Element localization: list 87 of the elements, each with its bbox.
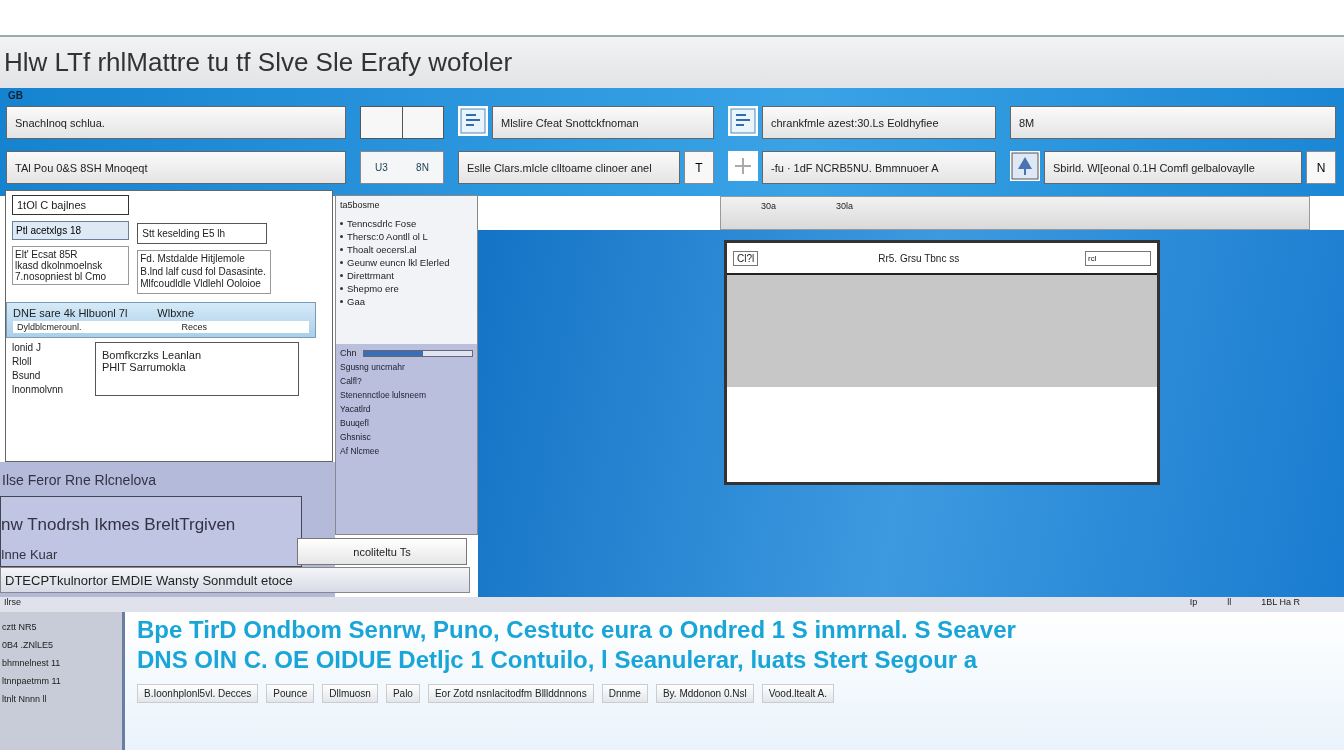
bullet-icon	[340, 300, 343, 303]
card-line: Bomfkcrzks Leanlan	[102, 348, 203, 361]
group-line: lkasd dkolnmoelnsk	[15, 260, 104, 271]
list-item[interactable]: Geunw euncn lkl Elerled	[347, 257, 450, 268]
list-item[interactable]: Shepmo ere	[347, 283, 399, 294]
list-item[interactable]: Yacatlrd	[340, 404, 473, 414]
window-title: Hlw LTf rhlMattre tu tf Slve Sle Erafy wofoler	[4, 47, 513, 78]
field-button[interactable]: T	[684, 151, 714, 184]
bar-text: 30a	[761, 201, 777, 213]
status-item[interactable]: ll	[1227, 597, 1232, 612]
headline-text: Bpe TirD Ondbom Senrw, Puno, Cestutc eura o Ondred 1 S inmrnal. S Seaver	[137, 616, 1017, 644]
list-item[interactable]: ltnlt Nnnn ll	[2, 694, 120, 704]
list-item[interactable]: Thersc:0 Aontll ol L	[347, 231, 428, 242]
text-field[interactable]: Snachlnoq schlua.	[6, 106, 346, 139]
card-line: PHlT Sarrumokla	[102, 360, 187, 373]
list-item[interactable]: lonid J	[12, 341, 87, 353]
slider-label: Chn	[340, 348, 357, 358]
list-item[interactable]: Af Nlcmee	[340, 446, 473, 456]
bar-subtitle: Reces	[181, 321, 208, 332]
list-item[interactable]: Direttrmant	[347, 270, 394, 281]
taskbar-item[interactable]: Eor Zotd nsnlacitodfm Blllddnnons	[427, 684, 594, 703]
bar-title: DNE sare 4k Hlbuonl 7l	[13, 306, 128, 319]
bar-text: 30la	[836, 201, 854, 213]
list-item[interactable]: Stenennctloe lulsneem	[340, 390, 473, 400]
document-icon[interactable]	[458, 106, 488, 136]
taskbar-item[interactable]: Pounce	[266, 684, 315, 703]
bar-title: Wlbxne	[157, 306, 195, 319]
list-item[interactable]: Bsund	[12, 369, 87, 381]
bullet-icon	[340, 248, 343, 251]
bullet-icon	[340, 235, 343, 238]
status-item[interactable]: Ip	[1189, 597, 1198, 612]
field-label: 8N	[416, 162, 429, 173]
card-title: nw Tnodrsh Ikmes BreltTrgiven	[1, 515, 237, 535]
info-strip: DTECPTkulnortor EMDIE Wansty Sonmdult etoce	[0, 567, 470, 593]
text-field[interactable]: ncoliteltu Ts	[297, 538, 467, 565]
taskbar-item[interactable]: Dnnme	[601, 684, 648, 703]
document-icon[interactable]	[728, 106, 758, 136]
slider[interactable]	[362, 349, 473, 357]
description-text: Fd. Mstdalde Hitjlemole B.lnd lalf cusd fol Dasasinte. Mlfcoudldle Vldlehl Ooloioe	[137, 250, 272, 294]
bullet-icon	[340, 261, 343, 264]
list-item[interactable]: Ghsnisc	[340, 432, 473, 442]
taskbar-item[interactable]: Vood.ltealt A.	[761, 684, 835, 703]
text-field[interactable]: Sbirld. Wl[eonal 0.1H Comfl gelbalovaylle	[1044, 151, 1302, 184]
list-item[interactable]: lnonmolvnn	[12, 383, 87, 395]
list-item[interactable]: Tenncsdrlc Fose	[347, 218, 417, 229]
group-line: Elt' Ecsat 85R	[15, 249, 79, 260]
list-item[interactable]: Thoalt oecersl.al	[347, 244, 417, 255]
field-label: U3	[375, 162, 388, 173]
bar-subtitle: Dyldblcmerounl.	[17, 321, 82, 332]
field-button[interactable]: N	[1306, 151, 1336, 184]
heading-text: Ilse Feror Rne Rlcnelova	[1, 472, 158, 488]
text-field[interactable]: -fu · 1dF NCRB5NU. Bmmnuoer A	[762, 151, 996, 184]
taskbar-item[interactable]: By. Mddonon 0.Nsl	[655, 684, 754, 703]
group-line: 7.nosopniest bl Cmo	[15, 271, 108, 282]
list-item[interactable]: cztt NR5	[2, 622, 120, 632]
text-field[interactable]: Eslle Clars.mlcle clltoame clinoer anel	[458, 151, 680, 184]
list-item[interactable]: Sgusng uncrnahr	[340, 362, 473, 372]
bullet-icon	[340, 222, 343, 225]
status-item[interactable]: 1BL Ha R	[1261, 597, 1300, 612]
headline-text: DNS OlN C. OE OIDUE Detljc 1 Contuilo, l Seanulerar, luats Stert Segour a	[137, 646, 979, 674]
panel-header: ta5bosme	[340, 200, 381, 210]
taskbar-item[interactable]: Dllmuosn	[322, 684, 378, 703]
dialog-title: Rr5. Grsu Tbnc ss	[878, 252, 961, 264]
text-field[interactable]: TAl Pou 0&S 8SH Mnoqeqt	[6, 151, 346, 184]
text-field[interactable]: Stt keselding E5 lh	[137, 223, 268, 244]
taskbar-item[interactable]: Palo	[385, 684, 420, 703]
list-item[interactable]: Rloll	[12, 355, 87, 367]
list-item[interactable]: ltnnpaetmm 11	[2, 676, 120, 686]
list-item[interactable]: bhmnelnest 11	[2, 658, 120, 668]
panel-heading[interactable]: 1tOl C bajlnes	[12, 195, 130, 215]
toolbar-label: GB	[8, 90, 23, 101]
list-item[interactable]: Buuqefl	[340, 418, 473, 428]
card-text: Inne Kuar	[1, 547, 59, 562]
text-field[interactable]: Mlslire Cfeat Snottckfnoman	[492, 106, 714, 139]
bullet-icon	[340, 274, 343, 277]
split-field[interactable]	[360, 106, 444, 139]
list-item[interactable]: Gaa	[347, 296, 365, 307]
taskbar-item[interactable]: B.Ioonhplonl5vl. Decces	[137, 684, 259, 703]
list-item[interactable]: Calfl?	[340, 376, 473, 386]
status-text: Ilrse	[4, 597, 21, 609]
text-field[interactable]: chrankfmle azest:30.Ls Eoldhyfiee	[762, 106, 996, 139]
bullet-icon	[340, 287, 343, 290]
text-field[interactable]: 8M	[1010, 106, 1336, 139]
list-item[interactable]: 0B4 .ZNlLE5	[2, 640, 120, 650]
dialog-label: Cl?l	[733, 250, 759, 266]
option-button[interactable]: Ptl acetxlgs 18	[12, 221, 130, 240]
search-field[interactable]: rcl	[1085, 250, 1151, 266]
